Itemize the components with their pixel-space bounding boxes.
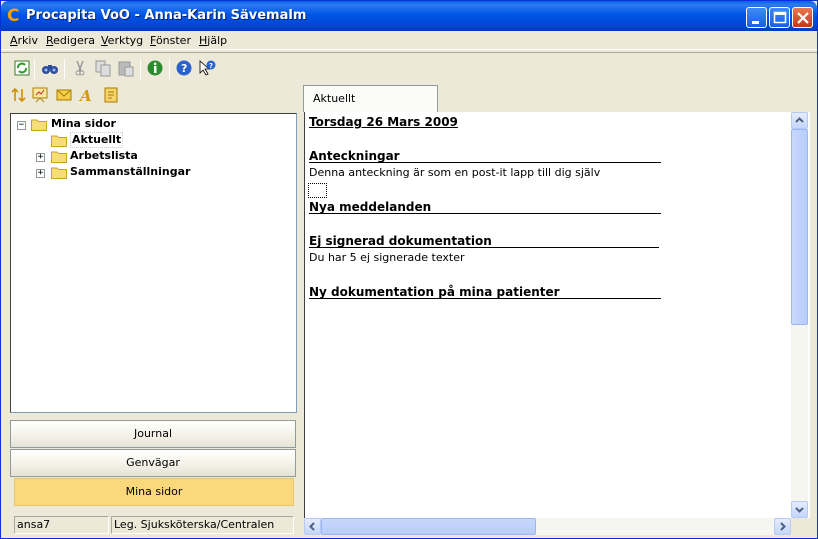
copy-icon[interactable] — [94, 59, 112, 77]
minimize-button[interactable] — [746, 7, 767, 28]
sort-icon[interactable] — [11, 87, 27, 103]
status-role: Leg. Sjuksköterska/Centralen — [111, 516, 294, 534]
close-button[interactable] — [792, 7, 813, 28]
section-rule — [309, 247, 659, 248]
toolbar-separator — [140, 59, 141, 79]
vertical-scrollbar[interactable] — [791, 112, 808, 518]
minimize-icon — [752, 21, 759, 24]
note-input-field[interactable] — [308, 183, 327, 198]
menu-redigera[interactable]: Redigera — [46, 34, 95, 47]
date-heading: Torsdag 26 Mars 2009 — [309, 115, 458, 129]
paste-icon[interactable] — [117, 59, 135, 77]
maximize-icon — [773, 11, 787, 24]
journal-button[interactable]: Journal — [10, 420, 296, 448]
folder-icon — [51, 151, 67, 163]
scroll-left-button[interactable] — [304, 518, 321, 535]
ej-signerad-text: Du har 5 ej signerade texter — [309, 251, 465, 264]
tree-node-aktuellt[interactable]: Aktuellt — [70, 132, 124, 148]
status-user: ansa7 — [14, 516, 109, 534]
main-toolbar: ? ? — [1, 52, 817, 82]
svg-text:?: ? — [209, 62, 213, 70]
tree-node-mina-sidor[interactable]: Mina sidor — [51, 116, 116, 132]
folder-icon — [31, 119, 47, 131]
section-rule — [309, 213, 661, 214]
tab-strip: Aktuellt — [303, 85, 817, 112]
chevron-up-icon — [795, 117, 804, 123]
menu-hjalp[interactable]: Hjälp — [199, 34, 227, 47]
app-logo-icon: C — [7, 6, 20, 26]
collapse-icon[interactable]: − — [17, 121, 26, 130]
ej-signerad-heading: Ej signerad dokumentation — [309, 234, 492, 248]
svg-text:A: A — [79, 87, 92, 103]
genvagar-button[interactable]: Genvägar — [10, 449, 296, 477]
toolbar-separator — [64, 59, 65, 79]
chevron-down-icon — [795, 507, 804, 513]
mina-sidor-button[interactable]: Mina sidor — [14, 478, 294, 506]
toolbar-separator — [169, 59, 170, 79]
envelope-icon[interactable] — [56, 87, 72, 103]
horizontal-scroll-thumb[interactable] — [321, 518, 536, 535]
info-icon[interactable] — [146, 59, 164, 77]
menu-fonster[interactable]: Fönster — [150, 34, 191, 47]
folder-icon — [51, 135, 67, 147]
menu-arkiv[interactable]: Arkiv — [10, 34, 38, 47]
anteckningar-text: Denna anteckning är som en post-it lapp … — [309, 166, 601, 179]
vertical-scroll-thumb[interactable] — [791, 129, 808, 325]
refresh-icon[interactable] — [13, 59, 31, 77]
scroll-up-button[interactable] — [791, 112, 808, 129]
maximize-button[interactable] — [769, 7, 790, 28]
font-icon[interactable]: A — [79, 87, 95, 103]
tree-node-arbetslista[interactable]: Arbetslista — [70, 148, 138, 164]
title-bar[interactable]: C Procapita VoO - Anna-Karin Sävemalm — [1, 1, 817, 31]
menu-verktyg[interactable]: Verktyg — [101, 34, 143, 47]
toolbar-separator — [34, 59, 35, 79]
tree-node-sammanstallningar[interactable]: Sammanställningar — [70, 164, 190, 180]
left-panel-toolbar: A — [7, 85, 297, 109]
app-window: C Procapita VoO - Anna-Karin Sävemalm Ar… — [0, 0, 818, 539]
tab-aktuellt[interactable]: Aktuellt — [303, 85, 438, 112]
expand-icon[interactable]: + — [36, 153, 45, 162]
binoculars-icon[interactable] — [41, 59, 59, 77]
content-pane[interactable]: Torsdag 26 Mars 2009 Anteckningar Denna … — [304, 112, 810, 518]
presentation-icon[interactable] — [32, 87, 48, 103]
horizontal-scrollbar[interactable] — [304, 518, 791, 535]
note-icon[interactable] — [103, 87, 119, 103]
anteckningar-heading: Anteckningar — [309, 149, 400, 163]
chevron-right-icon — [780, 522, 786, 531]
nya-meddelanden-heading: Nya meddelanden — [309, 200, 432, 214]
chevron-left-icon — [309, 522, 315, 531]
scroll-down-button[interactable] — [791, 501, 808, 518]
help-icon[interactable]: ? — [175, 59, 193, 77]
close-icon — [797, 12, 809, 24]
window-title: Procapita VoO - Anna-Karin Sävemalm — [26, 8, 307, 23]
ny-dokumentation-heading: Ny dokumentation på mina patienter — [309, 285, 560, 299]
folder-icon — [51, 167, 67, 179]
svg-text:?: ? — [181, 62, 187, 75]
navigation-tree[interactable]: − Mina sidor Aktuellt + Arbetslista + Sa… — [10, 113, 297, 413]
cut-icon[interactable] — [71, 59, 89, 77]
expand-icon[interactable]: + — [36, 169, 45, 178]
menu-bar: Arkiv Redigera Verktyg Fönster Hjälp — [1, 31, 817, 50]
whats-this-icon[interactable]: ? — [198, 59, 216, 77]
scrollbar-corner — [791, 518, 808, 535]
section-rule — [309, 298, 661, 299]
section-rule — [309, 162, 661, 163]
scroll-right-button[interactable] — [774, 518, 791, 535]
